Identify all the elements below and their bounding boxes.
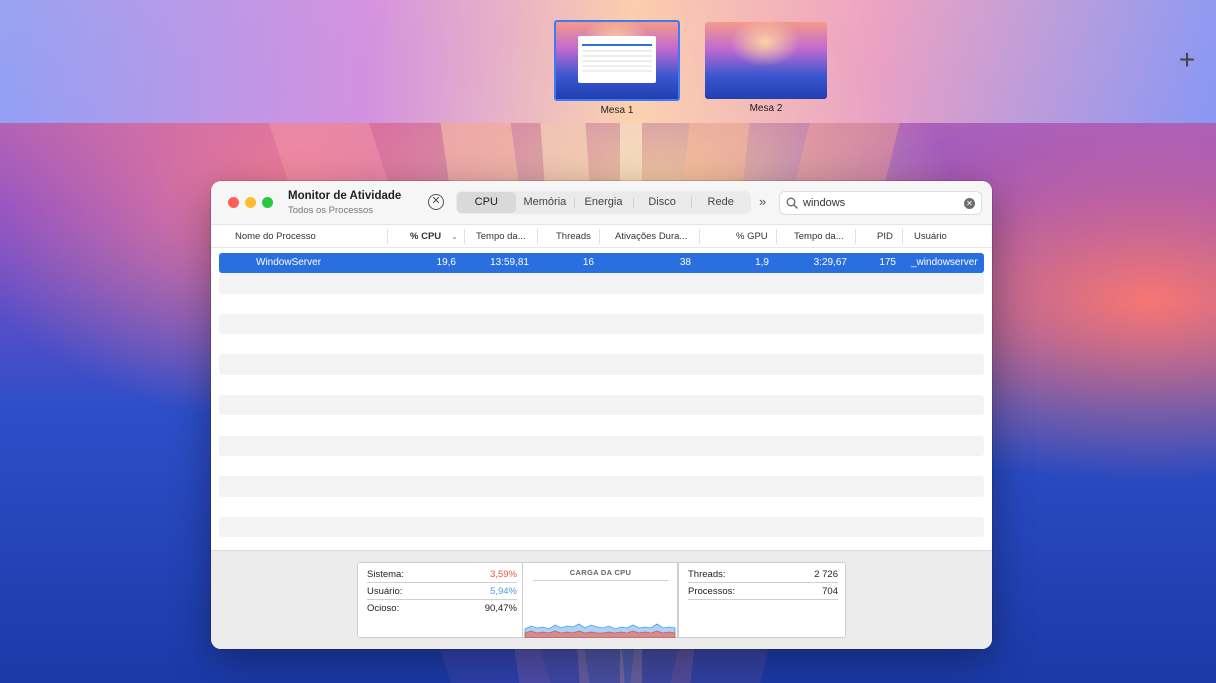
tab-bar: CPU Memória Energia Disco Rede [456, 191, 751, 214]
cell-cpu: 19,6 [436, 257, 456, 268]
chevron-down-icon: ⌄ [451, 232, 458, 241]
window-title: Monitor de Atividade [288, 190, 402, 202]
empty-row [219, 354, 984, 375]
chart-title: CARGA DA CPU [569, 568, 632, 577]
empty-row [219, 435, 984, 456]
cell-pid: 175 [879, 257, 896, 268]
column-divider[interactable] [776, 229, 777, 244]
empty-row [219, 273, 984, 294]
cell-gpu-time: 3:29,67 [813, 257, 847, 268]
space-label: Mesa 2 [749, 103, 783, 114]
column-divider[interactable] [599, 229, 600, 244]
empty-row [219, 375, 984, 395]
toolbar: Monitor de Atividade Todos os Processos … [211, 181, 992, 225]
column-header-threads[interactable]: Threads [556, 231, 591, 242]
process-table: WindowServer 19,6 13:59,81 16 38 1,9 3:2… [219, 253, 984, 538]
threads-panel: Threads: 2 726 Processos: 704 [678, 562, 846, 638]
stat-processos: Processos: 704 [688, 584, 838, 600]
empty-row [219, 456, 984, 476]
spaces-bar: Mesa 1 Mesa 2 + [0, 0, 1216, 123]
stop-process-button[interactable]: ✕ [428, 194, 444, 210]
activity-monitor-window: Monitor de Atividade Todos os Processos … [211, 181, 992, 649]
column-divider[interactable] [855, 229, 856, 244]
stat-label: Sistema: [367, 569, 404, 580]
empty-row [219, 497, 984, 517]
search-input[interactable]: windows [803, 197, 845, 209]
space-mesa-2[interactable]: Mesa 2 [705, 22, 827, 114]
stat-value: 5,94% [490, 586, 517, 597]
stat-label: Processos: [688, 586, 735, 597]
cpu-load-sparkline [524, 623, 676, 638]
cell-cpu-time: 13:59,81 [490, 257, 529, 268]
tab-energia[interactable]: Energia [574, 192, 633, 213]
cpu-summary-footer: Sistema: 3,59% Usuário: 5,94% Ocioso: 90… [211, 550, 992, 649]
tab-memoria[interactable]: Memória [516, 192, 575, 213]
empty-row [219, 415, 984, 435]
stat-label: Usuário: [367, 586, 403, 597]
space-label: Mesa 1 [600, 105, 634, 116]
space-thumbnail[interactable] [705, 22, 827, 99]
column-divider[interactable] [902, 229, 903, 244]
window-subtitle: Todos os Processos [288, 205, 374, 216]
close-window-button[interactable] [228, 197, 239, 208]
column-divider[interactable] [387, 229, 388, 244]
column-header-cpu[interactable]: % CPU [410, 231, 441, 242]
x-circle-icon: ✕ [431, 195, 441, 207]
empty-row [219, 334, 984, 354]
empty-row [219, 294, 984, 314]
cell-gpu: 1,9 [755, 257, 769, 268]
column-header-wakeups[interactable]: Ativações Dura... [615, 231, 687, 242]
empty-row [219, 313, 984, 335]
column-divider[interactable] [537, 229, 538, 244]
column-divider[interactable] [699, 229, 700, 244]
clear-search-button[interactable]: ✕ [964, 198, 975, 209]
table-header: Nome do Processo % CPU ⌄ Tempo da... Thr… [211, 225, 992, 248]
tab-rede[interactable]: Rede [691, 192, 750, 213]
empty-row [219, 395, 984, 416]
stat-value: 2 726 [814, 569, 838, 580]
add-space-button[interactable]: + [1174, 46, 1200, 74]
stat-value: 704 [822, 586, 838, 597]
stat-threads: Threads: 2 726 [688, 567, 838, 583]
column-header-name[interactable]: Nome do Processo [235, 231, 316, 242]
magnifier-icon [786, 197, 798, 209]
tab-cpu[interactable]: CPU [457, 192, 516, 213]
table-row[interactable]: WindowServer 19,6 13:59,81 16 38 1,9 3:2… [219, 253, 984, 274]
empty-row [219, 476, 984, 497]
stat-label: Ocioso: [367, 603, 400, 614]
space-thumbnail[interactable] [554, 20, 680, 101]
space-mesa-1[interactable]: Mesa 1 [554, 20, 680, 116]
column-header-user[interactable]: Usuário [914, 231, 947, 242]
cell-user: _windowserver [911, 257, 978, 268]
cpu-usage-panel: Sistema: 3,59% Usuário: 5,94% Ocioso: 90… [357, 562, 523, 638]
stat-sistema: Sistema: 3,59% [367, 567, 517, 583]
stat-ocioso: Ocioso: 90,47% [367, 601, 517, 617]
search-field[interactable]: windows ✕ [779, 191, 982, 215]
zoom-window-button[interactable] [262, 197, 273, 208]
stat-usuario: Usuário: 5,94% [367, 584, 517, 600]
minimize-window-button[interactable] [245, 197, 256, 208]
stat-label: Threads: [688, 569, 726, 580]
tab-disco[interactable]: Disco [632, 192, 692, 213]
column-divider[interactable] [464, 229, 465, 244]
cpu-load-graph: CARGA DA CPU [523, 562, 678, 638]
chevron-double-right-icon[interactable]: » [759, 194, 766, 210]
cell-wakeups: 38 [679, 257, 691, 268]
stat-value: 3,59% [490, 569, 517, 580]
column-header-pid[interactable]: PID [877, 231, 893, 242]
stat-value: 90,47% [484, 603, 517, 614]
column-header-cpu-time[interactable]: Tempo da... [476, 231, 526, 242]
column-header-gpu-time[interactable]: Tempo da... [794, 231, 844, 242]
chart-divider [533, 580, 668, 581]
mini-window-preview [578, 36, 656, 83]
cell-threads: 16 [582, 257, 594, 268]
column-header-gpu[interactable]: % GPU [736, 231, 768, 242]
cell-name: WindowServer [256, 257, 322, 268]
empty-row [219, 516, 984, 538]
